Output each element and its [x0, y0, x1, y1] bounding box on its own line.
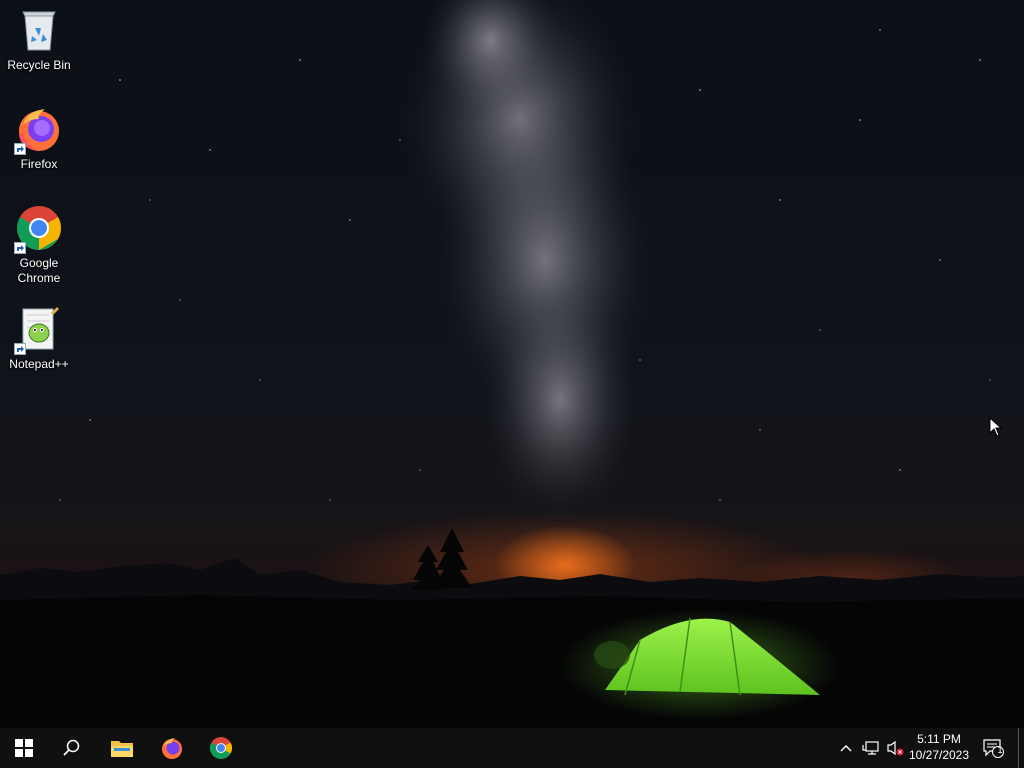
action-center-button[interactable]: 1	[978, 728, 1008, 768]
system-clock[interactable]: 5:11 PM 10/27/2023	[906, 731, 972, 763]
tree-silhouettes	[412, 528, 472, 590]
taskbar: 5:11 PM 10/27/2023 1	[0, 728, 1024, 768]
notepadpp-icon	[14, 305, 63, 355]
shortcut-arrow-icon	[14, 242, 26, 254]
desktop-wallpaper: Recycle Bin Firefox Google Chrome Notepa…	[0, 0, 1024, 728]
chrome-icon	[210, 737, 232, 759]
search-icon	[63, 739, 80, 756]
network-icon	[862, 741, 879, 755]
show-desktop-button[interactable]	[1018, 728, 1024, 768]
shortcut-arrow-icon	[14, 343, 26, 355]
taskbar-chrome-button[interactable]	[197, 728, 245, 768]
start-button[interactable]	[0, 728, 48, 768]
file-explorer-button[interactable]	[98, 728, 146, 768]
milky-way	[400, 0, 655, 520]
glowing-tent	[560, 610, 840, 720]
desktop-icon-recycle-bin[interactable]: Recycle Bin	[2, 6, 76, 73]
desktop-icon-label: Firefox	[20, 157, 58, 171]
clock-time: 5:11 PM	[917, 732, 961, 746]
volume-muted-icon	[887, 740, 904, 756]
foreground-hill	[0, 595, 1024, 728]
shortcut-arrow-icon	[14, 143, 26, 155]
mouse-cursor-icon	[989, 417, 1003, 437]
volume-button[interactable]	[884, 728, 906, 768]
recycle-bin-icon	[15, 6, 63, 54]
firefox-icon	[14, 105, 63, 155]
chrome-icon	[14, 204, 63, 254]
firefox-icon	[162, 738, 182, 759]
network-status-button[interactable]	[860, 728, 882, 768]
notification-count-badge: 1	[997, 745, 1003, 755]
wallpaper-landscape	[0, 0, 1024, 728]
desktop-icon-label: Google Chrome	[17, 256, 61, 285]
search-button[interactable]	[48, 728, 96, 768]
desktop-icon-chrome[interactable]: Google Chrome	[2, 204, 76, 286]
desktop-icon-label: Recycle Bin	[7, 58, 71, 72]
taskbar-firefox-button[interactable]	[148, 728, 196, 768]
desktop-icon-label: Notepad++	[9, 357, 69, 371]
desktop-icon-notepadpp[interactable]: Notepad++	[2, 305, 76, 372]
file-explorer-icon	[111, 741, 133, 757]
start-icon	[15, 739, 33, 757]
chevron-up-icon	[840, 745, 852, 752]
show-hidden-icons-button[interactable]	[836, 728, 856, 768]
clock-date: 10/27/2023	[908, 748, 970, 762]
desktop-icon-firefox[interactable]: Firefox	[2, 105, 76, 172]
